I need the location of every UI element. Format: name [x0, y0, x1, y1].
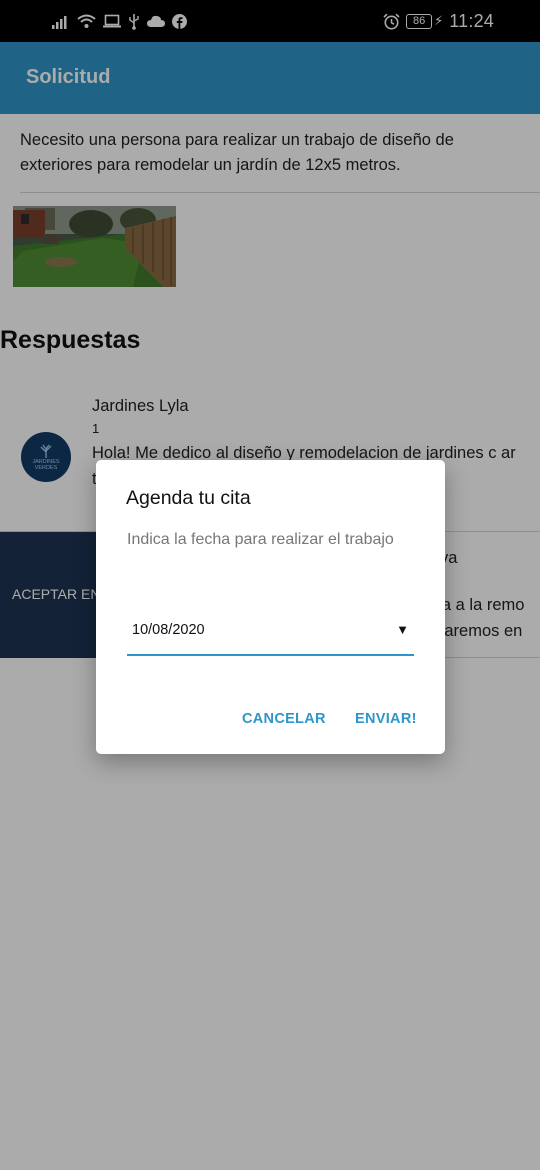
- send-button[interactable]: ENVIAR!: [355, 711, 417, 727]
- date-select[interactable]: 10/08/2020 ▼: [127, 612, 414, 656]
- appointment-dialog: Agenda tu cita Indica la fecha para real…: [96, 460, 445, 754]
- cancel-button[interactable]: CANCELAR: [242, 711, 326, 727]
- date-value: 10/08/2020: [132, 622, 205, 638]
- dialog-subtitle: Indica la fecha para realizar el trabajo: [127, 531, 394, 548]
- dialog-title: Agenda tu cita: [126, 487, 251, 509]
- dropdown-arrow-icon: ▼: [396, 622, 409, 637]
